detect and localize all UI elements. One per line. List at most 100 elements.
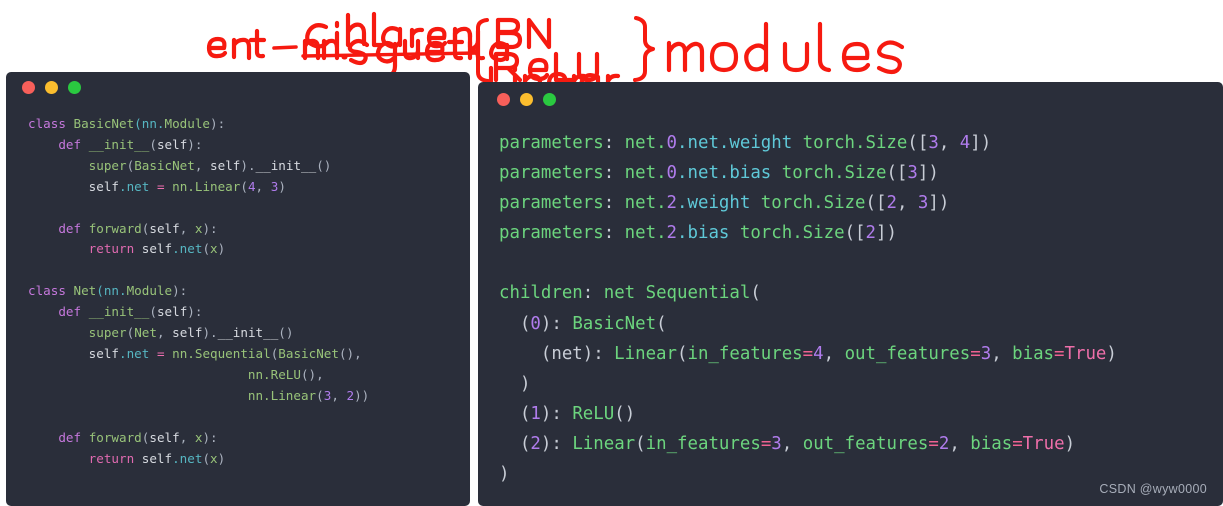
code-token: ):: [210, 116, 226, 131]
code-token: (: [316, 387, 324, 403]
code-token: ): [217, 241, 226, 257]
code-token: ): [1064, 433, 1076, 454]
code-token: ):: [187, 136, 203, 152]
annotation-modules-word: [666, 21, 905, 75]
code-token: (: [499, 313, 531, 334]
code-token: (: [656, 313, 667, 334]
code-token: self: [210, 157, 241, 173]
code-token: 2: [666, 193, 678, 214]
code-token: =: [928, 433, 939, 454]
code-token: .net.weight: [677, 133, 803, 153]
code-token: (: [499, 433, 531, 454]
code-token: (): [316, 157, 332, 173]
code-token: in_features: [687, 343, 803, 364]
code-token: ):: [187, 304, 203, 320]
code-token: ]): [917, 163, 939, 184]
source-line-12: nn.ReLU(),: [28, 365, 470, 386]
code-token: (: [635, 433, 646, 454]
code-token: BasicNet: [73, 116, 135, 131]
code-token: net.: [624, 163, 667, 184]
code-token: bias: [970, 433, 1013, 454]
code-token: self: [156, 136, 188, 152]
code-token: 0: [666, 163, 678, 184]
code-token: self: [149, 429, 180, 445]
code-token: nn.ReLU: [247, 366, 301, 382]
annotation-right-brace: [633, 16, 655, 82]
source-line-3: self.net = nn.Linear(4, 3): [28, 177, 470, 198]
code-token: __init__: [88, 304, 150, 320]
code-token: 3: [907, 163, 918, 184]
code-token: )): [354, 387, 370, 403]
annotation-net-expression: [206, 28, 510, 78]
code-token: nn.Sequential: [172, 345, 271, 361]
code-token: (: [202, 241, 211, 257]
maximize-button-icon[interactable]: [543, 92, 556, 106]
source-line-6: return self.net(x): [28, 239, 470, 260]
code-token: ):: [202, 429, 218, 445]
code-token: ,: [331, 387, 347, 403]
source-line-2: super(BasicNet, self).__init__(): [28, 156, 470, 177]
code-token: (),: [300, 366, 324, 382]
maximize-button-icon[interactable]: [68, 80, 81, 94]
code-token: 4: [813, 343, 824, 364]
code-token: torch.Size: [739, 223, 845, 244]
code-token: (: [149, 304, 157, 320]
close-button-icon[interactable]: [22, 80, 35, 94]
code-token: =: [1054, 343, 1065, 364]
code-token: forward: [88, 220, 142, 236]
code-token: ):: [540, 313, 573, 334]
code-token: ReLU: [572, 403, 615, 424]
code-token: children: [499, 283, 583, 304]
code-token: .net: [119, 345, 150, 361]
code-token: ): [217, 450, 226, 466]
code-token: class: [28, 116, 74, 131]
code-token: .net.bias: [677, 163, 782, 184]
code-token: 3: [917, 193, 929, 214]
right-console-output: parameters: net.0 .net.weight torch.Size (…: [478, 116, 1223, 489]
code-token: (: [750, 283, 761, 304]
source-line-14: [28, 407, 470, 428]
code-token: .net: [172, 241, 203, 257]
right-window-titlebar: [478, 82, 1223, 116]
code-token: return: [88, 241, 142, 257]
code-token: .weight: [677, 193, 761, 214]
code-token: ,: [938, 133, 960, 153]
code-token: 2: [938, 433, 950, 454]
minimize-button-icon[interactable]: [45, 80, 58, 94]
code-token: 4: [247, 178, 256, 194]
source-line-8: class Net(nn.Module):: [28, 281, 470, 302]
code-token: net Sequential: [603, 283, 751, 304]
code-token: Linear: [614, 343, 677, 364]
close-button-icon[interactable]: [497, 92, 510, 106]
code-token: return: [88, 450, 142, 466]
code-token: 2: [865, 223, 876, 244]
code-token: ): [499, 373, 531, 394]
code-token: x: [210, 241, 218, 257]
left-window-titlebar: [6, 72, 470, 102]
code-token: parameters: [499, 163, 604, 184]
source-line-4: [28, 198, 470, 219]
source-line-1: def __init__(self):: [28, 135, 470, 156]
code-token: :: [603, 133, 625, 153]
code-token: def: [58, 220, 89, 236]
output-line-6: (0): BasicNet(: [499, 309, 1223, 339]
minimize-button-icon[interactable]: [520, 92, 533, 106]
code-token: ):: [202, 220, 218, 236]
code-token: ): [499, 464, 510, 485]
code-token: 3: [980, 343, 992, 364]
code-token: :: [603, 193, 625, 214]
code-token: in_features: [645, 433, 761, 454]
code-token: def: [58, 304, 89, 320]
code-token: Net: [73, 283, 97, 299]
code-token: super: [88, 325, 127, 341]
source-line-15: def forward(self, x):: [28, 428, 470, 449]
